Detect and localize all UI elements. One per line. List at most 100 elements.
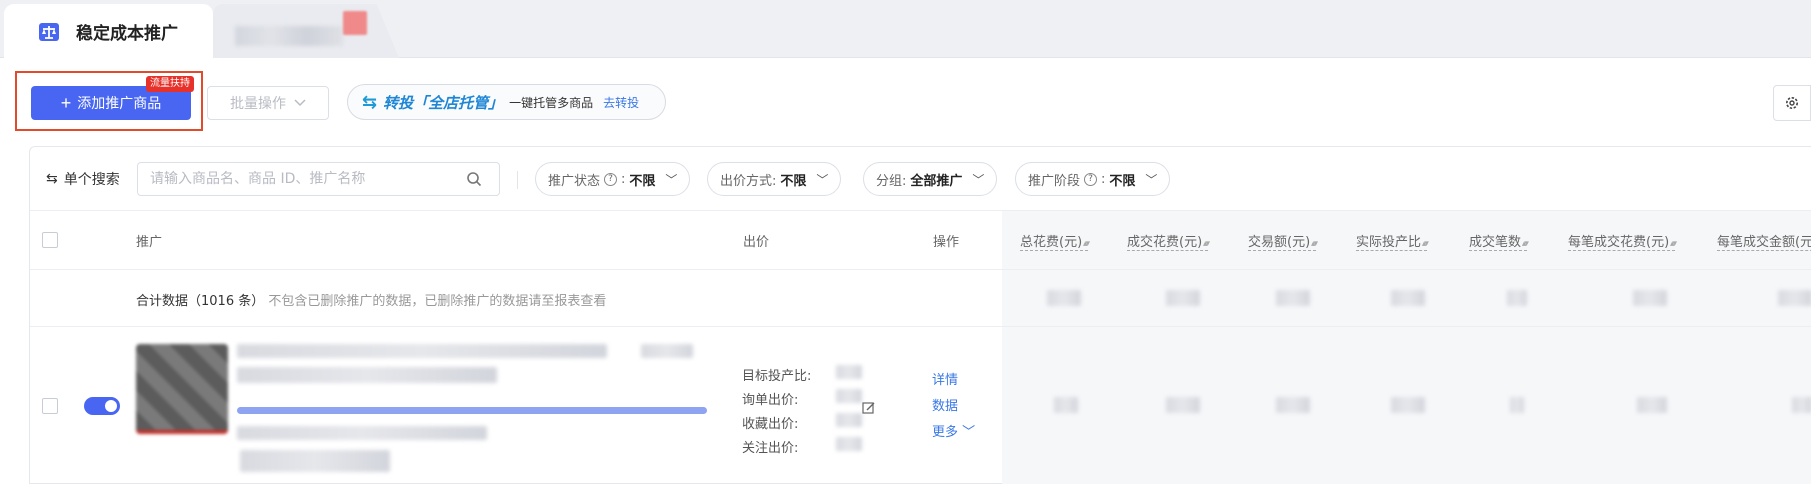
- batch-label: 批量操作: [230, 95, 286, 111]
- blurred-extra: [240, 450, 390, 472]
- more-dropdown[interactable]: 更多 ﹀: [932, 421, 975, 440]
- chevron-down-icon: ﹀: [972, 172, 985, 187]
- scale-icon: [39, 22, 59, 41]
- blurred-value: [1391, 397, 1425, 413]
- total-note: 不包含已删除推广的数据，已删除推广的数据请至报表查看: [268, 294, 607, 309]
- blurred-value: [1166, 290, 1200, 306]
- tab-bar: 稳定成本推广: [0, 0, 1811, 59]
- settings-button[interactable]: [1773, 85, 1811, 121]
- bid-filter-value: 不限: [780, 173, 807, 189]
- blurred-value: [1510, 397, 1524, 413]
- promo-enable-toggle[interactable]: [84, 397, 120, 415]
- table-header: 推广 出价 操作 总花费(元) 成交花费(元) 交易额(元) 实际投产比 成交笔…: [30, 211, 1811, 270]
- batch-operation-button[interactable]: 批量操作: [207, 86, 329, 120]
- col-orders[interactable]: 成交笔数: [1469, 231, 1527, 251]
- filter-bar: ⇆ 单个搜索 推广状态 ?: 不限 ﹀ 出价方式: 不限 ﹀ 分组:: [30, 147, 1811, 211]
- help-icon[interactable]: ?: [1084, 172, 1098, 186]
- traffic-support-badge: 流量扶持: [146, 76, 194, 92]
- add-button-label: 添加推广商品: [77, 95, 162, 111]
- col-bid: 出价: [743, 235, 770, 250]
- search-mode-toggle[interactable]: ⇆ 单个搜索: [46, 169, 120, 189]
- chevron-down-icon: ﹀: [962, 425, 976, 440]
- group-filter-value: 全部推广: [910, 173, 963, 189]
- product-thumbnail[interactable]: [136, 344, 228, 434]
- switch-link[interactable]: 去转投: [603, 94, 639, 111]
- blurred-tab-label: [235, 26, 343, 46]
- table-row: 目标投产比: 询单出价: 收藏出价: 关注出价: 详情 数据 更多 ﹀: [30, 327, 1811, 484]
- blurred-bid: [836, 413, 862, 427]
- main-panel: + 添加推广商品 流量扶持 批量操作 ⇆ 转投「全店托管」 一键托管多商品 去转…: [0, 58, 1811, 484]
- blurred-value: [1633, 290, 1667, 306]
- blurred-bid: [836, 365, 862, 379]
- total-label: 合计数据（1016 条） 不包含已删除推广的数据，已删除推广的数据请至报表查看: [136, 290, 606, 309]
- total-row: 合计数据（1016 条） 不包含已删除推广的数据，已删除推广的数据请至报表查看: [30, 270, 1811, 327]
- detail-link[interactable]: 详情: [932, 369, 958, 388]
- bid-filter-label: 出价方式:: [720, 173, 777, 189]
- group-filter-label: 分组:: [876, 173, 907, 189]
- blurred-value: [1054, 397, 1078, 413]
- data-link[interactable]: 数据: [932, 395, 958, 414]
- promo-title: 转投「全店托管」: [383, 93, 504, 112]
- blurred-value: [1276, 290, 1310, 306]
- gear-icon: [1786, 97, 1798, 109]
- col-gmv[interactable]: 交易额(元): [1248, 231, 1317, 251]
- blurred-value: [1391, 290, 1425, 306]
- switch-arrows-icon: ⇆: [362, 91, 378, 113]
- blurred-value: [1507, 290, 1527, 306]
- col-total-cost[interactable]: 总花费(元): [1020, 231, 1089, 251]
- bid-method-filter[interactable]: 出价方式: 不限 ﹀: [707, 162, 842, 196]
- blurred-product-id: [641, 344, 693, 358]
- promo-progress-bar: [237, 407, 707, 414]
- select-all-checkbox[interactable]: [42, 232, 58, 248]
- col-deal-cost[interactable]: 成交花费(元): [1127, 231, 1209, 251]
- search-mode-label: 单个搜索: [63, 172, 120, 188]
- promo-table-card: ⇆ 单个搜索 推广状态 ?: 不限 ﹀ 出价方式: 不限 ﹀ 分组:: [29, 146, 1811, 484]
- group-filter[interactable]: 分组: 全部推广 ﹀: [863, 162, 998, 196]
- divider: [517, 171, 518, 189]
- col-promo: 推广: [136, 235, 163, 250]
- blurred-value: [1166, 397, 1200, 413]
- row-checkbox[interactable]: [42, 398, 58, 414]
- chevron-down-icon: ﹀: [1145, 172, 1158, 187]
- stage-filter-value: 不限: [1109, 173, 1136, 189]
- blurred-tab-icon: [343, 11, 367, 35]
- chevron-down-icon: ﹀: [665, 172, 678, 187]
- help-icon[interactable]: ?: [604, 172, 618, 186]
- col-roi[interactable]: 实际投产比: [1356, 231, 1427, 251]
- blurred-product-info: [237, 367, 497, 383]
- search-input[interactable]: [137, 162, 500, 196]
- blurred-product-title: [237, 344, 607, 358]
- chevron-down-icon: ﹀: [816, 172, 829, 187]
- blurred-value: [1778, 290, 1811, 306]
- stage-filter[interactable]: 推广阶段 ?: 不限 ﹀: [1015, 162, 1171, 196]
- blurred-bid: [836, 389, 862, 403]
- swap-icon: ⇆: [46, 171, 58, 187]
- blurred-bid: [836, 437, 862, 451]
- tab-label: 稳定成本推广: [76, 24, 178, 44]
- tab-stable-cost-promo[interactable]: 稳定成本推广: [4, 4, 213, 59]
- plus-icon: +: [60, 93, 72, 113]
- stage-filter-label: 推广阶段: [1028, 173, 1081, 189]
- search-icon[interactable]: [466, 171, 482, 187]
- promo-subtitle: 一键托管多商品: [509, 95, 594, 110]
- more-label: 更多: [932, 425, 959, 440]
- status-filter-value: 不限: [629, 173, 656, 189]
- col-cost-per-order[interactable]: 每笔成交花费(元): [1568, 231, 1676, 251]
- status-filter[interactable]: 推广状态 ?: 不限 ﹀: [535, 162, 691, 196]
- chevron-down-icon: [294, 99, 306, 107]
- store-hosting-banner[interactable]: ⇆ 转投「全店托管」 一键托管多商品 去转投: [347, 84, 666, 120]
- bid-favorite: 收藏出价:: [742, 417, 799, 432]
- blurred-value: [1276, 397, 1310, 413]
- bid-target-roi: 目标投产比:: [742, 369, 812, 384]
- blurred-value: [1792, 397, 1811, 413]
- blurred-tags: [237, 426, 487, 440]
- blurred-value: [1047, 290, 1081, 306]
- col-amount-per-order[interactable]: 每笔成交金额(元): [1717, 231, 1811, 251]
- col-ops: 操作: [933, 235, 960, 250]
- edit-icon[interactable]: [862, 401, 876, 415]
- status-filter-label: 推广状态: [548, 173, 601, 189]
- total-count: 合计数据（1016 条）: [136, 294, 265, 309]
- blurred-value: [1637, 397, 1667, 413]
- bid-inquiry: 询单出价:: [742, 393, 799, 408]
- bid-follow: 关注出价:: [742, 441, 799, 456]
